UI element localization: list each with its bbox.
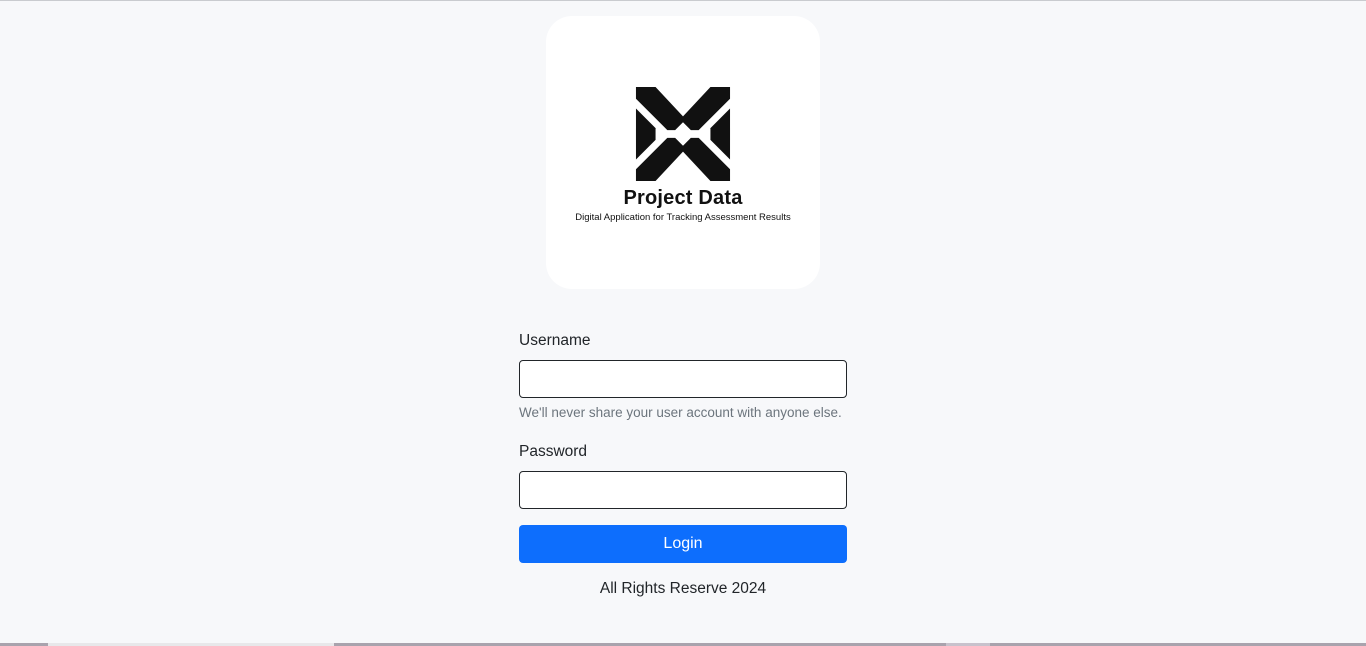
login-button[interactable]: Login: [519, 525, 847, 563]
username-label: Username: [519, 332, 591, 349]
password-label: Password: [519, 443, 588, 460]
username-input[interactable]: [519, 360, 847, 398]
brand-subtitle: Digital Application for Tracking Assessm…: [575, 212, 791, 223]
username-help-text: We'll never share your user account with…: [519, 405, 842, 420]
brand-title: Project Data: [623, 187, 743, 209]
project-data-logo-icon: [635, 86, 731, 182]
footer-copyright: All Rights Reserve 2024: [599, 580, 767, 597]
logo-card: Project Data Digital Application for Tra…: [546, 16, 820, 289]
window-top-border: [0, 0, 1366, 1]
password-input[interactable]: [519, 471, 847, 509]
